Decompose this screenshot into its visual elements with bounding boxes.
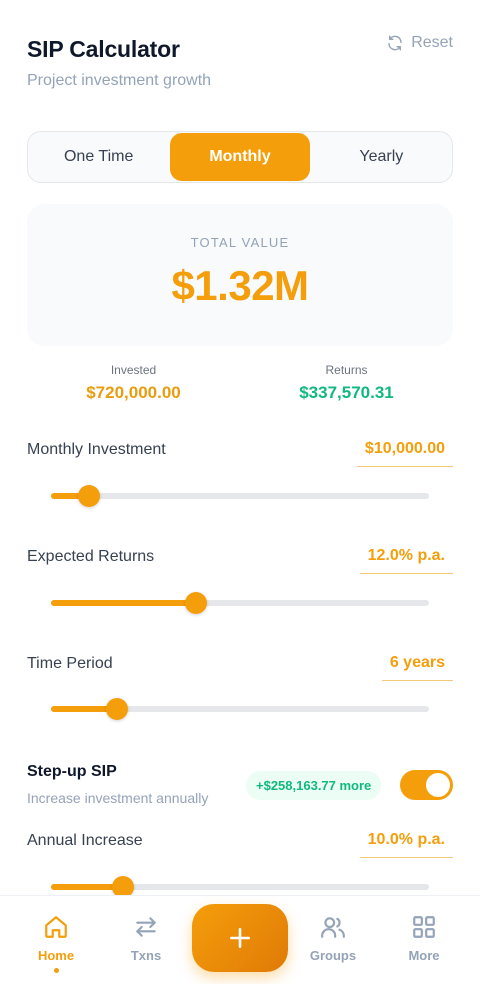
nav-groups[interactable]: Groups	[293, 896, 373, 984]
add-button[interactable]	[192, 904, 288, 972]
total-value-amount: $1.32M	[171, 262, 309, 309]
invested-stat: Invested $720,000.00	[27, 363, 240, 403]
invested-value: $720,000.00	[86, 383, 181, 402]
slider-fill	[51, 600, 196, 606]
monthly-investment-label: Monthly Investment	[27, 441, 166, 458]
expected-returns-value[interactable]: 12.0% p.a.	[359, 547, 453, 574]
grid-icon	[413, 916, 435, 938]
tab-monthly[interactable]: Monthly	[170, 133, 310, 181]
nav-home-label: Home	[37, 948, 75, 963]
users-icon	[321, 917, 345, 938]
stepup-toggle[interactable]	[400, 770, 453, 800]
nav-home[interactable]: Home	[16, 896, 96, 984]
home-icon	[45, 916, 67, 938]
invested-label: Invested	[110, 363, 157, 377]
sip-calculator-screen: SIP Calculator Project investment growth…	[0, 0, 480, 984]
page-title: SIP Calculator	[27, 36, 180, 62]
total-value-label: TOTAL VALUE	[190, 235, 290, 250]
monthly-investment-slider[interactable]	[51, 485, 429, 507]
monthly-investment-value[interactable]: $10,000.00	[356, 440, 453, 467]
nav-txns-label: Txns	[130, 948, 162, 963]
annual-increase-label: Annual Increase	[27, 832, 143, 849]
time-period-label: Time Period	[27, 655, 113, 672]
returns-value: $337,570.31	[299, 383, 394, 402]
transfer-icon	[136, 917, 156, 937]
tab-yearly[interactable]: Yearly	[312, 133, 451, 181]
reset-button[interactable]: Reset	[386, 34, 453, 52]
page-subtitle: Project investment growth	[27, 72, 212, 89]
stepup-title: Step-up SIP	[27, 763, 117, 780]
nav-groups-label: Groups	[309, 948, 357, 963]
refresh-icon	[388, 35, 402, 51]
stepup-subtitle: Increase investment annually	[27, 790, 209, 806]
time-period-value[interactable]: 6 years	[381, 654, 453, 681]
slider-thumb[interactable]	[106, 698, 129, 720]
active-indicator	[53, 968, 59, 973]
slider-thumb[interactable]	[77, 485, 100, 507]
expected-returns-slider[interactable]	[51, 592, 429, 614]
frequency-selector: One Time Monthly Yearly	[27, 131, 453, 183]
toggle-knob	[426, 773, 450, 797]
returns-label: Returns	[325, 363, 368, 377]
tab-one-time[interactable]: One Time	[29, 133, 168, 181]
plus-icon	[230, 928, 250, 948]
annual-increase-slider[interactable]	[51, 876, 429, 898]
expected-returns-label: Expected Returns	[27, 548, 155, 565]
slider-thumb[interactable]	[184, 592, 207, 614]
returns-stat: Returns $337,570.31	[240, 363, 453, 403]
annual-increase-value[interactable]: 10.0% p.a.	[359, 831, 453, 858]
nav-more-label: More	[408, 948, 440, 963]
nav-txns[interactable]: Txns	[106, 896, 186, 984]
reset-label: Reset	[411, 34, 453, 51]
nav-more[interactable]: More	[384, 896, 464, 984]
stepup-extra-badge: +$258,163.77 more	[246, 771, 382, 800]
time-period-slider[interactable]	[51, 698, 429, 720]
total-value-card: TOTAL VALUE $1.32M	[27, 204, 453, 346]
